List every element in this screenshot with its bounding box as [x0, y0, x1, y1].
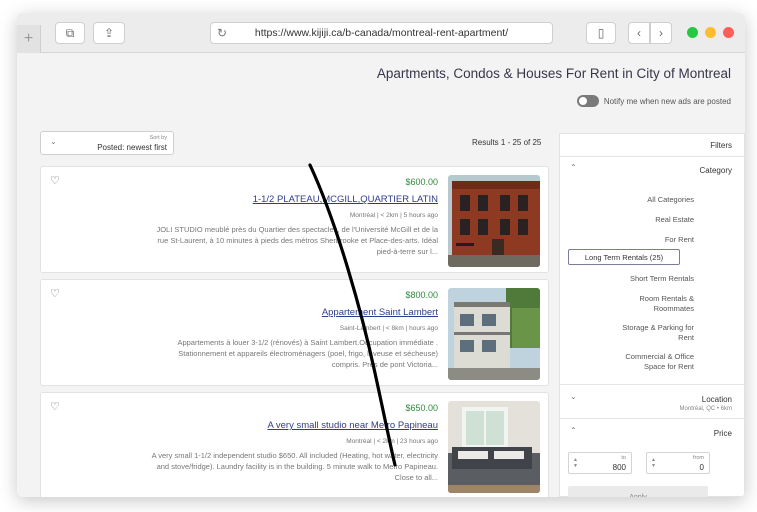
browser-window: + ⧉ ⇪ ↻ https://www.kijiji.ca/b-canada/m…	[17, 13, 745, 497]
forward-button[interactable]: ›	[650, 22, 672, 44]
chevron-up-icon[interactable]: ⌃	[570, 426, 577, 435]
category-link[interactable]: For Rent	[584, 235, 694, 245]
share-icon: ⇪	[103, 26, 115, 40]
category-link[interactable]: Storage & Parking for Rent	[614, 323, 694, 342]
reload-icon[interactable]: ↻	[217, 26, 227, 40]
browser-toolbar: + ⧉ ⇪ ↻ https://www.kijiji.ca/b-canada/m…	[17, 13, 745, 53]
divider	[560, 418, 745, 419]
sidebar-icon: ▯	[597, 26, 605, 40]
price-to-label: to	[621, 455, 626, 461]
category-link[interactable]: Room Rentals & Roommates	[614, 294, 694, 313]
window-zoom-button[interactable]	[687, 27, 698, 38]
category-selected[interactable]: Long Term Rentals (25)	[568, 249, 680, 265]
category-link[interactable]: All Categories	[584, 195, 694, 205]
apply-button[interactable]: Apply	[568, 486, 708, 497]
stepper-arrows-icon[interactable]: ▲ ▼	[573, 457, 578, 469]
window-minimize-button[interactable]	[705, 27, 716, 38]
chevron-left-icon: ‹	[637, 26, 641, 40]
screenshot-stage: + ⧉ ⇪ ↻ https://www.kijiji.ca/b-canada/m…	[0, 0, 757, 512]
price-heading[interactable]: Price	[714, 429, 732, 438]
category-selected-label: Long Term Rentals (25)	[584, 252, 664, 262]
category-link[interactable]: Commercial & Office Space for Rent	[614, 352, 694, 371]
price-to-input[interactable]: ▲ ▼ to 800	[568, 452, 632, 474]
price-to-value: 800	[612, 463, 626, 472]
tabs-overview-button[interactable]: ⧉	[55, 22, 85, 44]
price-from-input[interactable]: ▲ ▼ from 0	[646, 452, 710, 474]
sidebar-toggle-button[interactable]: ▯	[586, 22, 616, 44]
location-heading[interactable]: Location	[702, 395, 732, 404]
divider	[560, 384, 745, 385]
window-close-button[interactable]	[723, 27, 734, 38]
stepper-arrows-icon[interactable]: ▲ ▼	[651, 457, 656, 469]
category-heading[interactable]: Category	[700, 166, 732, 175]
page-content: Apartments, Condos & Houses For Rent in …	[17, 53, 745, 497]
tabs-icon: ⧉	[65, 25, 75, 40]
chevron-right-icon: ›	[659, 26, 663, 40]
category-link[interactable]: Short Term Rentals	[584, 274, 694, 284]
price-from-value: 0	[699, 463, 704, 472]
chevron-up-icon[interactable]: ⌃	[570, 163, 577, 172]
divider	[560, 156, 745, 157]
filters-sidebar: Filters ⌃ Category All Categories Real E…	[559, 133, 745, 497]
url-text: https://www.kijiji.ca/b-canada/montreal-…	[254, 27, 509, 39]
price-from-label: from	[693, 455, 704, 461]
new-tab-button[interactable]: +	[17, 25, 41, 53]
chevron-down-icon[interactable]: ⌄	[570, 392, 577, 401]
back-button[interactable]: ‹	[628, 22, 650, 44]
share-button[interactable]: ⇪	[93, 22, 125, 44]
category-link[interactable]: Real Estate	[584, 215, 694, 225]
filters-heading: Filters	[710, 141, 732, 150]
location-value: Montréal, QC • 6km	[679, 406, 732, 412]
address-bar[interactable]: ↻ https://www.kijiji.ca/b-canada/montrea…	[210, 22, 553, 44]
